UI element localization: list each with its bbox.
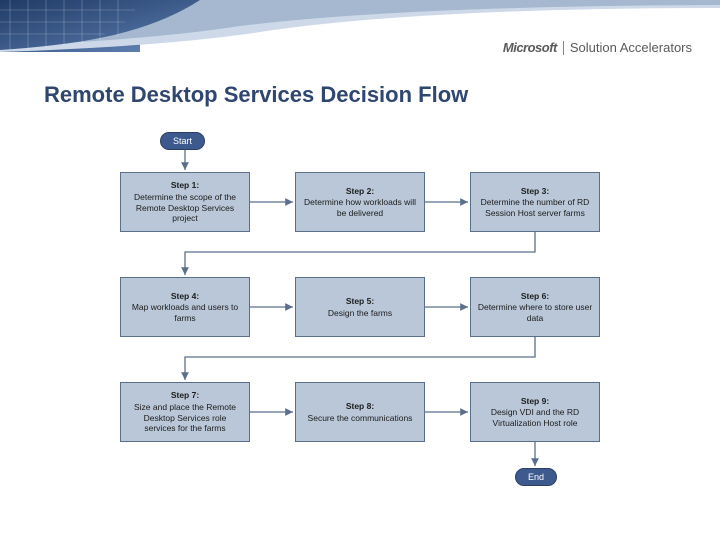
flow-step-2: Step 2: Determine how workloads will be … [295,172,425,232]
flow-end: End [515,468,557,486]
brand-block: Microsoft Solution Accelerators [503,40,692,55]
step-text: Determine where to store user data [477,302,593,323]
step-text: Map workloads and users to farms [127,302,243,323]
step-label: Step 1: [171,180,199,191]
step-label: Step 6: [521,291,549,302]
step-text: Determine the number of RD Session Host … [477,197,593,218]
flow-step-5: Step 5: Design the farms [295,277,425,337]
flow-step-3: Step 3: Determine the number of RD Sessi… [470,172,600,232]
step-label: Step 5: [346,296,374,307]
step-label: Step 9: [521,396,549,407]
step-label: Step 8: [346,401,374,412]
step-text: Design the farms [328,308,392,319]
flow-step-8: Step 8: Secure the communications [295,382,425,442]
flow-start: Start [160,132,205,150]
flow-step-1: Step 1: Determine the scope of the Remot… [120,172,250,232]
step-text: Design VDI and the RD Virtualization Hos… [477,407,593,428]
flow-step-6: Step 6: Determine where to store user da… [470,277,600,337]
step-label: Step 4: [171,291,199,302]
step-text: Secure the communications [308,413,413,424]
step-label: Step 7: [171,390,199,401]
step-label: Step 2: [346,186,374,197]
flow-step-9: Step 9: Design VDI and the RD Virtualiza… [470,382,600,442]
flow-step-7: Step 7: Size and place the Remote Deskto… [120,382,250,442]
step-text: Determine the scope of the Remote Deskto… [127,192,243,224]
step-text: Determine how workloads will be delivere… [302,197,418,218]
brand-company: Microsoft [503,40,557,55]
page-title: Remote Desktop Services Decision Flow [44,82,468,108]
brand-separator [563,41,564,55]
step-text: Size and place the Remote Desktop Servic… [127,402,243,434]
brand-program: Solution Accelerators [570,40,692,55]
step-label: Step 3: [521,186,549,197]
flow-step-4: Step 4: Map workloads and users to farms [120,277,250,337]
header-graphic [0,0,720,75]
